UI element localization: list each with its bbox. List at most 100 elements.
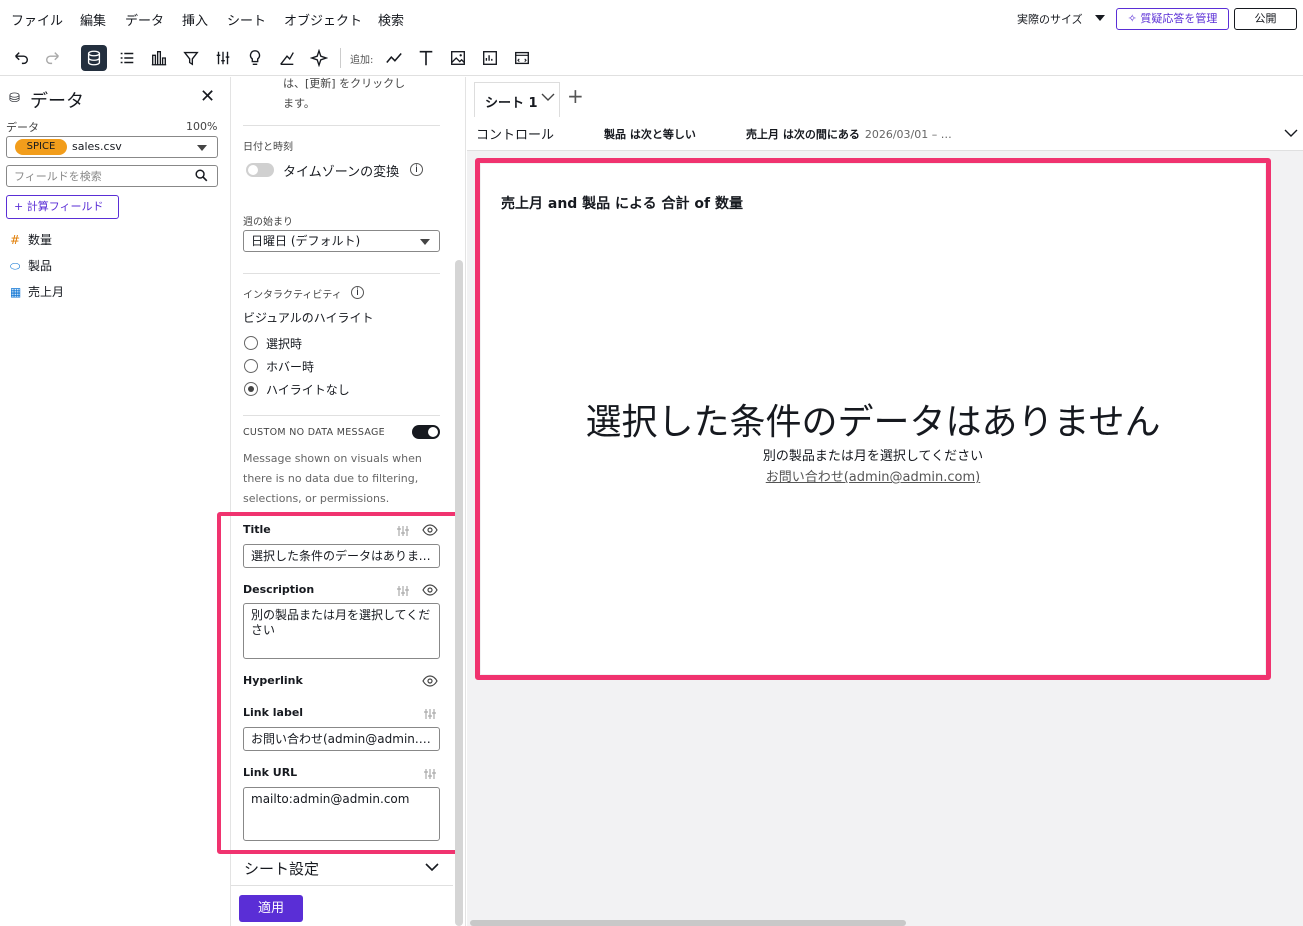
- chevron-down-icon[interactable]: [1284, 129, 1298, 138]
- caret-down-icon: [197, 145, 207, 151]
- no-data-title: 選択した条件のデータはありません: [585, 402, 1161, 443]
- interactivity-label: インタラクティビティ: [243, 290, 342, 301]
- custom-no-data-label: CUSTOM NO DATA MESSAGE: [243, 427, 385, 438]
- timezone-toggle[interactable]: [246, 163, 274, 177]
- menu-data[interactable]: データ: [125, 10, 164, 29]
- text-icon[interactable]: [413, 45, 439, 71]
- radio-on-select-label: 選択時: [266, 337, 303, 351]
- add-calculated-field-button[interactable]: + 計算フィールド: [6, 195, 119, 219]
- timezone-toggle-label: タイムゾーンの変換: [283, 165, 400, 180]
- custom-no-data-help-2: there is no data due to filtering,: [243, 472, 419, 485]
- spice-badge: SPICE: [15, 139, 67, 155]
- sheet-tab-label: シート 1: [485, 96, 538, 111]
- sparkle-icon: ✧: [1127, 12, 1137, 25]
- manage-qa-label: 質疑応答を管理: [1140, 12, 1218, 25]
- insight-visual-icon[interactable]: [477, 45, 503, 71]
- field-search-input[interactable]: [6, 165, 218, 187]
- parameters-icon[interactable]: [210, 45, 236, 71]
- menu-insert[interactable]: 挿入: [182, 10, 208, 29]
- database-icon[interactable]: [81, 45, 107, 71]
- sheet-settings-header[interactable]: シート設定: [244, 858, 319, 879]
- chevron-down-icon[interactable]: [541, 93, 555, 102]
- custom-no-data-help-3: selections, or permissions.: [243, 492, 390, 505]
- add-sheet-icon[interactable]: +: [567, 84, 584, 108]
- actual-size-dropdown[interactable]: 実際のサイズ: [1017, 11, 1105, 27]
- info-icon[interactable]: i: [351, 286, 364, 299]
- list-icon[interactable]: [114, 45, 140, 71]
- control-sales-month[interactable]: 売上月 は次の間にある 2026/03/01 – …: [746, 126, 952, 142]
- field-label: 売上月: [28, 285, 65, 299]
- embed-icon[interactable]: [509, 45, 535, 71]
- divider: [243, 415, 440, 416]
- dataset-percent: 100%: [186, 120, 218, 133]
- controls-label[interactable]: コントロール: [476, 124, 554, 143]
- field-label: 製品: [28, 259, 53, 273]
- highlight-annotation-box: [217, 512, 461, 854]
- toggle-knob: [248, 165, 258, 175]
- radio-on-select[interactable]: [244, 336, 258, 350]
- database-icon: ⛁: [9, 91, 20, 106]
- week-start-label: 週の始まり: [243, 217, 293, 228]
- week-start-value: 日曜日 (デフォルト): [251, 234, 361, 248]
- caret-down-icon: [420, 239, 430, 245]
- menu-sheet[interactable]: シート: [227, 10, 266, 29]
- sheet-tabs-bar: [467, 77, 1303, 117]
- refresh-hint-text-2: ます。: [283, 97, 315, 110]
- menu-edit[interactable]: 編集: [80, 10, 106, 29]
- forecast-icon[interactable]: [274, 45, 300, 71]
- manage-qa-button[interactable]: ✧ 質疑応答を管理: [1116, 8, 1229, 30]
- calculated-field-label: 計算フィールド: [26, 200, 104, 213]
- refresh-hint-text: は、[更新] をクリックし: [283, 77, 406, 90]
- menu-object[interactable]: オブジェクト: [284, 10, 362, 29]
- bar-chart-icon[interactable]: [146, 45, 172, 71]
- control-sales-month-label: 売上月 は次の間にある: [746, 128, 860, 141]
- menu-bar: ファイル 編集 データ 挿入 シート オブジェクト 検索 実際のサイズ ✧ 質疑…: [0, 0, 1303, 38]
- redo-icon[interactable]: [40, 45, 66, 71]
- line-chart-icon[interactable]: [381, 45, 407, 71]
- info-icon[interactable]: i: [410, 163, 423, 176]
- plus-icon: +: [14, 200, 24, 213]
- radio-on-hover-label: ホバー時: [266, 360, 315, 374]
- toolbar-divider: [340, 48, 341, 68]
- dataset-name: sales.csv: [72, 140, 122, 153]
- radio-no-highlight-label: ハイライトなし: [266, 383, 350, 397]
- no-data-link-row: お問い合わせ(admin@admin.com): [481, 466, 1265, 485]
- custom-no-data-help: Message shown on visuals when: [243, 452, 422, 465]
- insights-icon[interactable]: [242, 45, 268, 71]
- field-sales-month[interactable]: ▦ 売上月: [10, 283, 64, 300]
- measure-icon: #: [10, 233, 21, 247]
- chevron-down-icon[interactable]: [424, 862, 440, 872]
- custom-no-data-toggle[interactable]: [412, 425, 440, 439]
- actual-size-label: 実際のサイズ: [1017, 13, 1083, 26]
- image-icon[interactable]: [445, 45, 471, 71]
- data-panel: ⛁ データ ✕ データ 100% SPICE sales.csv + 計算フィー…: [0, 77, 231, 926]
- publish-button[interactable]: 公開: [1234, 8, 1297, 30]
- control-product[interactable]: 製品 は次と等しい: [604, 126, 696, 142]
- caret-down-icon: [1095, 15, 1105, 21]
- undo-icon[interactable]: [8, 45, 34, 71]
- field-quantity[interactable]: # 数量: [10, 231, 52, 248]
- field-product[interactable]: ⬭ 製品: [10, 257, 52, 274]
- dataset-select[interactable]: SPICE sales.csv: [6, 136, 218, 158]
- menu-search[interactable]: 検索: [378, 10, 404, 29]
- no-data-link[interactable]: お問い合わせ(admin@admin.com): [766, 470, 981, 485]
- calendar-icon: ▦: [10, 285, 22, 299]
- sparkle-icon[interactable]: [306, 45, 332, 71]
- canvas-scrollbar[interactable]: [470, 920, 906, 926]
- control-sales-month-value: 2026/03/01 – …: [864, 128, 952, 141]
- filter-icon[interactable]: [178, 45, 204, 71]
- dataset-label: データ: [6, 121, 39, 134]
- properties-scrollbar[interactable]: [455, 260, 463, 926]
- dimension-icon: ⬭: [10, 259, 21, 273]
- week-start-select[interactable]: 日曜日 (デフォルト): [243, 230, 440, 252]
- search-icon: [195, 169, 208, 185]
- visual-title: 売上月 and 製品 による 合計 of 数量: [501, 196, 743, 212]
- divider: [243, 273, 440, 274]
- field-label: 数量: [28, 233, 53, 247]
- apply-button[interactable]: 適用: [239, 895, 303, 922]
- radio-no-highlight[interactable]: [244, 382, 258, 396]
- toggle-knob: [428, 427, 438, 437]
- menu-file[interactable]: ファイル: [11, 10, 63, 29]
- radio-on-hover[interactable]: [244, 359, 258, 373]
- close-icon[interactable]: ✕: [200, 88, 215, 106]
